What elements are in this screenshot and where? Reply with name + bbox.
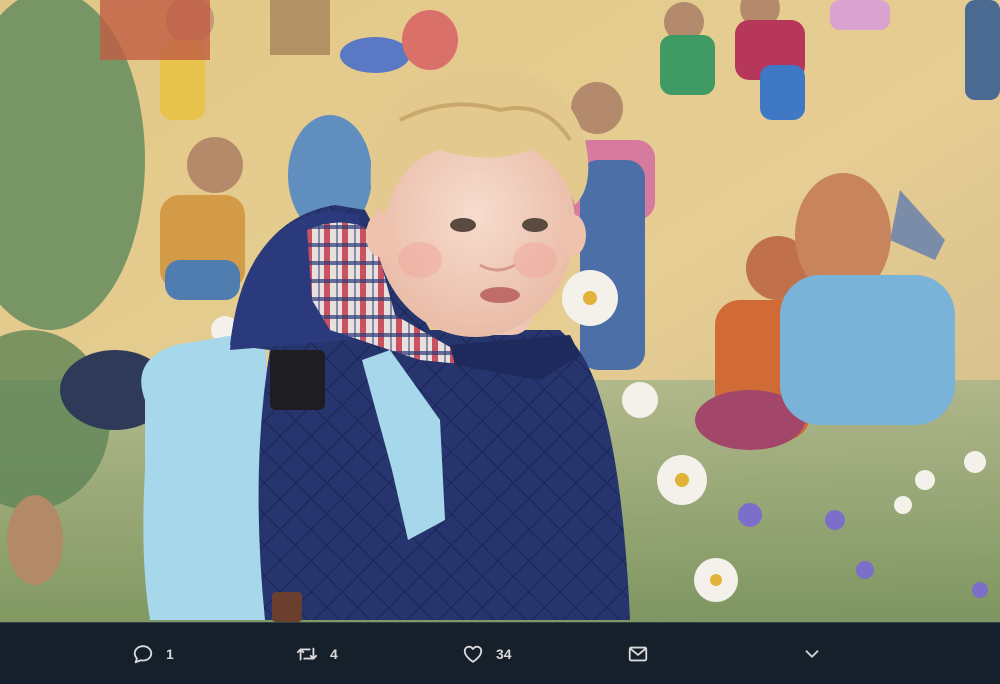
more-options-button[interactable]: [801, 623, 823, 684]
chevron-down-icon: [801, 643, 823, 665]
direct-message-button[interactable]: [627, 623, 649, 684]
like-count: 34: [496, 645, 512, 662]
reply-count: 1: [166, 645, 174, 662]
like-button[interactable]: 34: [462, 623, 512, 684]
retweet-button[interactable]: 4: [296, 623, 338, 684]
photo-illustration: [0, 0, 1000, 622]
reply-icon: [132, 643, 154, 665]
tweet-action-bar: 1 4 34: [0, 622, 1000, 683]
reply-button[interactable]: 1: [132, 623, 174, 684]
heart-icon: [462, 643, 484, 665]
retweet-count: 4: [330, 645, 338, 662]
envelope-icon: [627, 643, 649, 665]
tweet-photo[interactable]: [0, 0, 1000, 622]
retweet-icon: [296, 643, 318, 665]
